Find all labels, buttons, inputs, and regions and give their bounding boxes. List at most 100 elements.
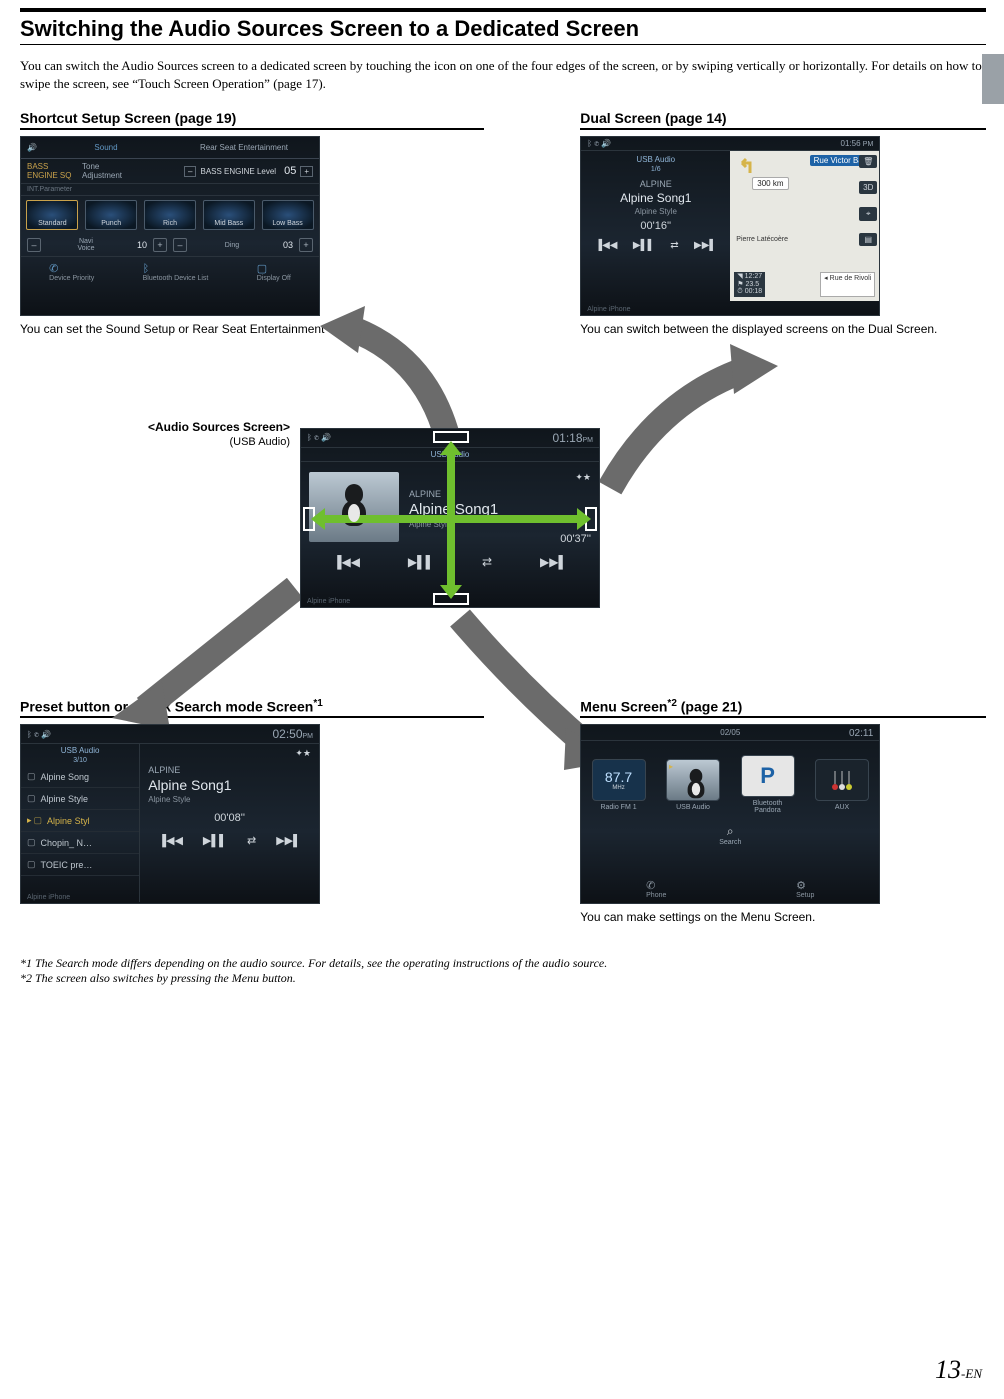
bass-minus-button[interactable]: – bbox=[184, 166, 196, 177]
eq-option[interactable]: Low Bass bbox=[262, 200, 314, 230]
next-button[interactable]: ▶▶▌ bbox=[540, 555, 567, 569]
footer-source: Alpine iPhone bbox=[587, 306, 630, 313]
artist-text: ALPINE bbox=[587, 179, 724, 189]
section-preset: Preset button or Quick Search mode Scree… bbox=[20, 698, 484, 926]
heading-dual: Dual Screen (page 14) bbox=[580, 110, 986, 130]
menu-card-pandora[interactable]: P Bluetooth Pandora bbox=[738, 755, 798, 814]
gear-icon: ⚙ bbox=[796, 880, 806, 892]
page-title: Switching the Audio Sources Screen to a … bbox=[20, 16, 986, 42]
source-label: USB Audio bbox=[636, 155, 675, 164]
map-trash-button[interactable]: 🗑 bbox=[859, 155, 877, 168]
menu-setup-button[interactable]: ⚙Setup bbox=[796, 879, 814, 899]
bt-list-button[interactable]: ᛒBluetooth Device List bbox=[143, 263, 209, 282]
favorite-button[interactable]: ✦★ bbox=[148, 748, 311, 759]
prev-button[interactable]: ▐◀◀ bbox=[158, 834, 183, 847]
eq-option[interactable]: Punch bbox=[85, 200, 137, 230]
eq-option[interactable]: Standard bbox=[26, 200, 78, 230]
shuffle-button[interactable]: ⇄ bbox=[670, 240, 678, 251]
center-sublabel: (USB Audio) bbox=[140, 436, 290, 448]
elapsed-text: 00'37'' bbox=[409, 533, 591, 545]
shuffle-button[interactable]: ⇄ bbox=[482, 555, 492, 569]
navi-vol-down-button[interactable]: – bbox=[27, 238, 41, 252]
folder-icon: ▢ bbox=[27, 837, 36, 848]
menu-card-usb[interactable]: ▸ USB Audio bbox=[663, 759, 723, 811]
elapsed-text: 00'16'' bbox=[587, 220, 724, 232]
map-poi: Pierre Latécoère bbox=[736, 236, 788, 243]
heading-menu: Menu Screen*2 (page 21) bbox=[580, 698, 986, 719]
eq-option[interactable]: Rich bbox=[144, 200, 196, 230]
artist-text: ALPINE bbox=[409, 489, 591, 499]
phone-icon: ✆ bbox=[49, 263, 58, 275]
map-3d-button[interactable]: 3D bbox=[859, 181, 877, 194]
song-text: Alpine Song1 bbox=[587, 191, 724, 205]
label-bass-level: BASS ENGINE Level bbox=[200, 167, 276, 176]
tab-sound[interactable]: Sound bbox=[37, 143, 175, 152]
map-time1: 12:27 bbox=[745, 273, 763, 280]
display-off-icon: ▢ bbox=[257, 263, 267, 275]
next-button[interactable]: ▶▶▌ bbox=[694, 240, 716, 251]
list-item[interactable]: ▢TOEIC pre… bbox=[21, 854, 139, 876]
clock-ampm: PM bbox=[583, 437, 594, 444]
aux-icon bbox=[815, 759, 869, 801]
caption-dual: You can switch between the displayed scr… bbox=[580, 322, 986, 338]
list-item[interactable]: ▸▢Alpine Styl bbox=[21, 810, 139, 832]
map-distance: 300 km bbox=[752, 177, 788, 190]
label-int-param: INT.Parameter bbox=[27, 186, 72, 193]
map-street2: Rue de Rivoli bbox=[830, 275, 872, 282]
list-item[interactable]: ▢Alpine Song bbox=[21, 766, 139, 788]
arrow-to-preset bbox=[100, 578, 300, 748]
date-label: 02/05 bbox=[720, 728, 740, 737]
list-item[interactable]: ▢Chopin_ N… bbox=[21, 832, 139, 854]
eq-option[interactable]: Mid Bass bbox=[203, 200, 255, 230]
menu-phone-button[interactable]: ✆Phone bbox=[646, 879, 666, 899]
screenshot-preset: ᛒ ✆ 🔊 02:50PM USB Audio3/10 ▢Alpine Song… bbox=[20, 724, 320, 904]
ding-vol-down-button[interactable]: – bbox=[173, 238, 187, 252]
display-off-button[interactable]: ▢Display Off bbox=[257, 262, 291, 282]
clock-ampm: PM bbox=[863, 141, 874, 148]
footnote-2: *2 The screen also switches by pressing … bbox=[20, 971, 986, 986]
device-priority-button[interactable]: ✆Device Priority bbox=[49, 262, 94, 282]
navi-vol-up-button[interactable]: + bbox=[153, 238, 167, 252]
swipe-up-arrow-icon bbox=[440, 441, 462, 455]
playpause-button[interactable]: ▶▌▌ bbox=[203, 834, 227, 847]
bass-plus-button[interactable]: + bbox=[300, 166, 313, 177]
playpause-button[interactable]: ▶▌▌ bbox=[408, 555, 434, 569]
status-icons: ᛒ ✆ 🔊 bbox=[27, 730, 51, 739]
bass-value: 05 bbox=[284, 165, 296, 177]
label-bass-sq[interactable]: BASS ENGINE SQ bbox=[27, 162, 82, 180]
clock-time: 02:50 bbox=[272, 727, 302, 741]
prev-button[interactable]: ▐◀◀ bbox=[595, 240, 617, 251]
caption-menu: You can make settings on the Menu Screen… bbox=[580, 910, 986, 926]
label-tone[interactable]: Tone Adjustment bbox=[82, 162, 137, 180]
next-button[interactable]: ▶▶▌ bbox=[276, 834, 301, 847]
list-item[interactable]: ▢Alpine Style bbox=[21, 788, 139, 810]
map-compass-button[interactable]: ⌖ bbox=[859, 207, 877, 221]
screenshot-dual: ᛒ ✆ 🔊 01:56 PM USB Audio1/6 ALPINE Alpin… bbox=[580, 136, 880, 316]
map-panel[interactable]: Rue Victor Balta 300 km 🗑 3D ⌖ ▤ Pierre … bbox=[730, 151, 879, 301]
ding-vol-up-button[interactable]: + bbox=[299, 238, 313, 252]
clock-time: 02:11 bbox=[849, 728, 873, 739]
prev-button[interactable]: ▐◀◀ bbox=[333, 555, 360, 569]
swipe-right-arrow-icon bbox=[577, 508, 591, 530]
play-indicator-icon: ▸ bbox=[27, 815, 32, 826]
shuffle-button[interactable]: ⇄ bbox=[247, 834, 256, 847]
album-text: Alpine Style bbox=[148, 795, 311, 804]
section-top-bar bbox=[20, 8, 986, 12]
label-navi-voice: Navi Voice bbox=[41, 238, 131, 252]
menu-card-radio[interactable]: 87.7MHz Radio FM 1 bbox=[589, 759, 649, 811]
clock-time: 01:56 bbox=[841, 139, 861, 148]
menu-card-aux[interactable]: AUX bbox=[812, 759, 872, 811]
pandora-icon: P bbox=[741, 755, 795, 797]
playpause-button[interactable]: ▶▌▌ bbox=[633, 240, 655, 251]
volume-icon: 🔊 bbox=[27, 143, 37, 152]
favorite-button[interactable]: ✦★ bbox=[409, 472, 591, 483]
track-count: 3/10 bbox=[73, 757, 87, 764]
ding-vol-value: 03 bbox=[277, 240, 299, 250]
map-layers-button[interactable]: ▤ bbox=[859, 233, 877, 246]
section-menu: Menu Screen*2 (page 21) 02/05 02:11 87.7M… bbox=[580, 698, 986, 926]
footnote-1: *1 The Search mode differs depending on … bbox=[20, 956, 986, 971]
swipe-left-arrow-icon bbox=[311, 508, 325, 530]
phone-icon: ✆ bbox=[646, 880, 655, 892]
menu-search-button[interactable]: ⌕Search bbox=[581, 824, 879, 846]
tab-rse[interactable]: Rear Seat Entertainment bbox=[175, 143, 313, 152]
